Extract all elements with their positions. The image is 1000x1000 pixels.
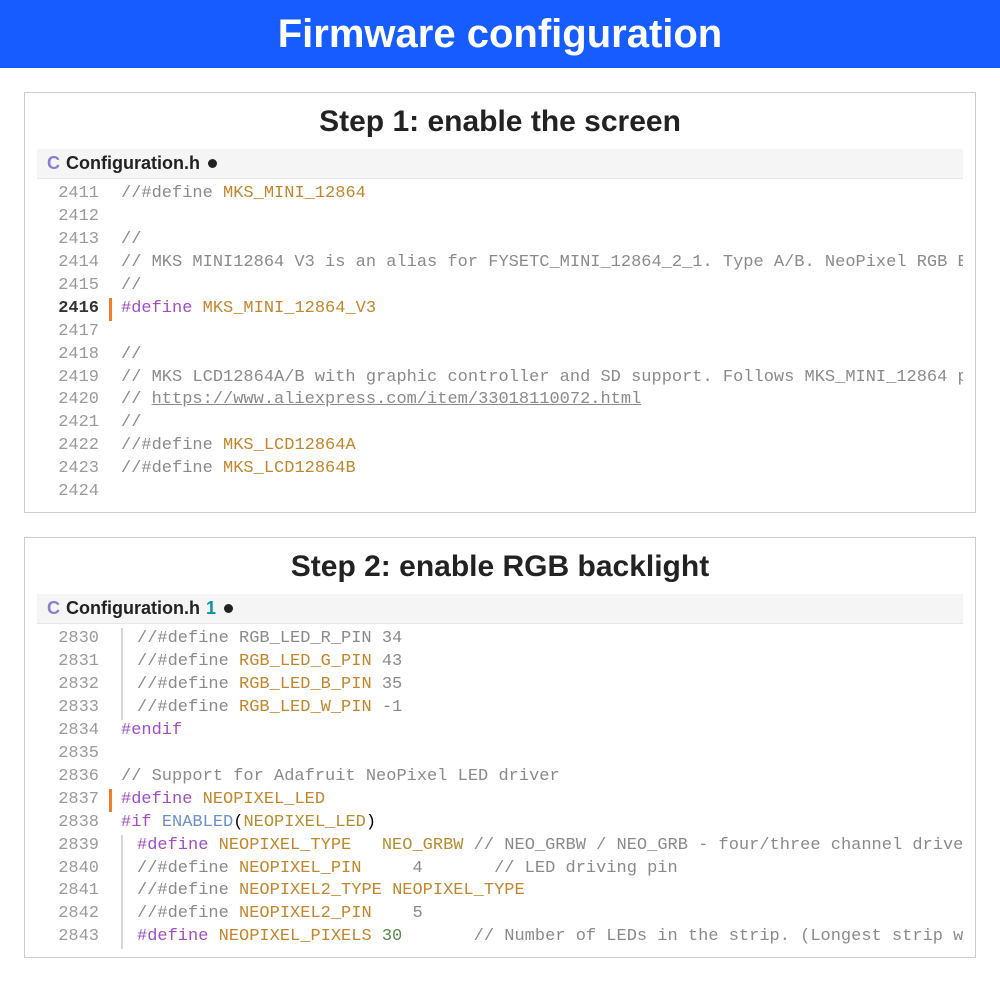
code-text: //#define MKS_MINI_12864 <box>121 183 366 206</box>
editor-tab-step2[interactable]: C Configuration.h 1 <box>37 594 963 624</box>
line-number: 2413 <box>37 229 111 252</box>
code-line: 2424 <box>37 481 963 504</box>
code-line: 2834 #endif <box>37 720 963 743</box>
code-line: 2832 //#define RGB_LED_B_PIN 35 <box>37 674 963 697</box>
line-number: 2838˅ <box>37 812 111 835</box>
line-number: 2841 <box>37 880 111 903</box>
line-number: 2840 <box>37 858 111 881</box>
code-text: //#define NEOPIXEL2_PIN 5 <box>121 903 423 926</box>
line-number: 2419 <box>37 367 111 390</box>
code-text: // <box>121 344 141 367</box>
code-text: #define NEOPIXEL_PIXELS 30 // Number of … <box>121 926 963 949</box>
code-text: // MKS LCD12864A/B with graphic controll… <box>121 367 963 390</box>
line-number: 2835 <box>37 743 111 766</box>
code-line: 2830 //#define RGB_LED_R_PIN 34 <box>37 628 963 651</box>
code-block-step1[interactable]: 2411//#define MKS_MINI_1286424122413//24… <box>37 179 963 512</box>
code-line: 2423 //#define MKS_LCD12864B <box>37 458 963 481</box>
code-text: #if ENABLED(NEOPIXEL_LED) <box>121 812 376 835</box>
code-line: 2843 #define NEOPIXEL_PIXELS 30 // Number… <box>37 926 963 949</box>
code-text: //#define MKS_LCD12864B <box>121 458 356 481</box>
code-line: 2419 // MKS LCD12864A/B with graphic cont… <box>37 367 963 390</box>
code-text: //#define NEOPIXEL2_TYPE NEOPIXEL_TYPE <box>121 880 525 903</box>
code-text: // MKS MINI12864 V3 is an alias for FYSE… <box>121 252 963 275</box>
code-line: 2835 <box>37 743 963 766</box>
modified-dot-icon <box>224 604 233 613</box>
line-number: 2832 <box>37 674 111 697</box>
line-number: 2830 <box>37 628 111 651</box>
code-text: #endif <box>121 720 182 743</box>
code-text: #define NEOPIXEL_TYPE NEO_GRBW // NEO_GR… <box>121 835 963 858</box>
code-text: //#define RGB_LED_R_PIN 34 <box>121 628 402 651</box>
file-suffix: 1 <box>206 598 216 619</box>
line-number: 2842 <box>37 903 111 926</box>
line-number: 2422 <box>37 435 111 458</box>
file-name: Configuration.h <box>66 598 200 619</box>
line-number: 2839 <box>37 835 111 858</box>
code-text: // <box>121 275 141 298</box>
page-banner: Firmware configuration <box>0 0 1000 68</box>
step2-section: Step 2: enable RGB backlight C Configura… <box>24 537 976 958</box>
file-type-c-icon: C <box>47 153 60 174</box>
code-line: 2418 // <box>37 344 963 367</box>
code-text: //#define RGB_LED_B_PIN 35 <box>121 674 402 697</box>
code-line: 2837 #define NEOPIXEL_LED <box>37 789 963 812</box>
line-number: 2833 <box>37 697 111 720</box>
code-text: #define MKS_MINI_12864_V3 <box>121 298 376 321</box>
code-text: //#define NEOPIXEL_PIN 4 // LED driving … <box>121 858 678 881</box>
code-line: 2831 //#define RGB_LED_G_PIN 43 <box>37 651 963 674</box>
file-type-c-icon: C <box>47 598 60 619</box>
line-number: 2411 <box>37 183 111 206</box>
code-line: 2838˅ #if ENABLED(NEOPIXEL_LED) <box>37 812 963 835</box>
code-line: 2836 // Support for Adafruit NeoPixel LED… <box>37 766 963 789</box>
change-marker-icon <box>109 789 112 812</box>
code-text: // https://www.aliexpress.com/item/33018… <box>121 389 641 412</box>
line-number: 2420 <box>37 389 111 412</box>
step1-title: Step 1: enable the screen <box>25 93 975 149</box>
line-number: 2415 <box>37 275 111 298</box>
code-text: // Support for Adafruit NeoPixel LED dri… <box>121 766 560 789</box>
line-number: 2416 <box>37 298 111 321</box>
line-number: 2834 <box>37 720 111 743</box>
code-line: 2411 //#define MKS_MINI_12864 <box>37 183 963 206</box>
line-number: 2424 <box>37 481 111 504</box>
code-line: 2421 // <box>37 412 963 435</box>
line-number: 2412 <box>37 206 111 229</box>
code-text: // <box>121 229 141 252</box>
step2-title: Step 2: enable RGB backlight <box>25 538 975 594</box>
code-line: 2414 // MKS MINI12864 V3 is an alias for … <box>37 252 963 275</box>
line-number: 2418 <box>37 344 111 367</box>
code-line: 2413 // <box>37 229 963 252</box>
code-text: // <box>121 412 141 435</box>
line-number: 2417 <box>37 321 111 344</box>
line-number: 2837 <box>37 789 111 812</box>
code-line: 2841 //#define NEOPIXEL2_TYPE NEOPIXEL_TY… <box>37 880 963 903</box>
code-line: 2416 #define MKS_MINI_12864_V3 <box>37 298 963 321</box>
code-line: 2412 <box>37 206 963 229</box>
code-line: 2422 //#define MKS_LCD12864A <box>37 435 963 458</box>
code-line: 2415 // <box>37 275 963 298</box>
line-number: 2414 <box>37 252 111 275</box>
code-line: 2842 //#define NEOPIXEL2_PIN 5 <box>37 903 963 926</box>
code-text: #define NEOPIXEL_LED <box>121 789 325 812</box>
code-line: 2417 <box>37 321 963 344</box>
code-line: 2839 #define NEOPIXEL_TYPE NEO_GRBW // NE… <box>37 835 963 858</box>
code-line: 2840 //#define NEOPIXEL_PIN 4 // LED driv… <box>37 858 963 881</box>
line-number: 2836 <box>37 766 111 789</box>
code-text: //#define MKS_LCD12864A <box>121 435 356 458</box>
code-text: //#define RGB_LED_G_PIN 43 <box>121 651 402 674</box>
code-block-step2[interactable]: 2830 //#define RGB_LED_R_PIN 34 2831 //#def… <box>37 624 963 957</box>
line-number: 2421 <box>37 412 111 435</box>
modified-dot-icon <box>208 159 217 168</box>
step1-section: Step 1: enable the screen C Configuratio… <box>24 92 976 513</box>
code-line: 2420 // https://www.aliexpress.com/item/3… <box>37 389 963 412</box>
code-line: 2833 //#define RGB_LED_W_PIN -1 <box>37 697 963 720</box>
code-text: //#define RGB_LED_W_PIN -1 <box>121 697 402 720</box>
line-number: 2423 <box>37 458 111 481</box>
file-name: Configuration.h <box>66 153 200 174</box>
line-number: 2831 <box>37 651 111 674</box>
change-marker-icon <box>109 298 112 321</box>
editor-tab-step1[interactable]: C Configuration.h <box>37 149 963 179</box>
line-number: 2843 <box>37 926 111 949</box>
